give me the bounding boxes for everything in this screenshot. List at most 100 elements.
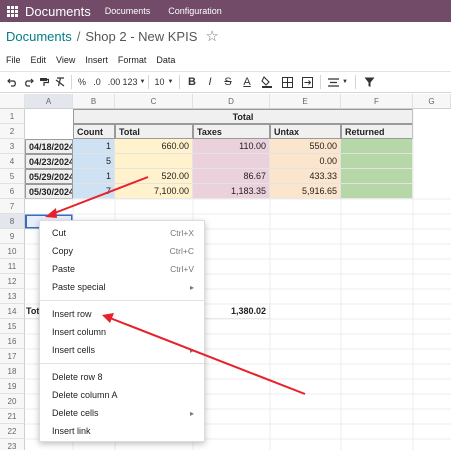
menu-item-delete-row[interactable]: Delete row 8	[40, 368, 204, 386]
row-header-17[interactable]: 17	[0, 349, 25, 364]
table-row-date[interactable]: 05/29/2024	[25, 169, 73, 184]
table-row-returned[interactable]	[341, 184, 413, 199]
row14-label-cell[interactable]: Tot	[25, 304, 39, 319]
table-row-taxes[interactable]	[193, 154, 270, 169]
header-untax[interactable]: Untax	[270, 124, 341, 139]
table-row-returned[interactable]	[341, 139, 413, 154]
row-header-2[interactable]: 2	[0, 124, 25, 139]
menu-item-paste[interactable]: Paste Ctrl+V	[40, 260, 204, 278]
row-header-3[interactable]: 3	[0, 139, 25, 154]
increase-decimal-button[interactable]: .00	[105, 71, 123, 93]
borders-icon[interactable]	[277, 71, 297, 93]
row-header-22[interactable]: 22	[0, 424, 25, 439]
header-returned[interactable]: Returned	[341, 124, 413, 139]
menu-data[interactable]: Data	[156, 55, 175, 67]
app-brand[interactable]: Documents	[25, 4, 91, 19]
merge-cells-icon[interactable]	[297, 71, 317, 93]
column-header-b[interactable]: B	[73, 94, 115, 109]
table-row-count[interactable]: 1	[73, 169, 115, 184]
menu-item-insert-row[interactable]: Insert row	[40, 305, 204, 323]
menu-edit[interactable]: Edit	[31, 55, 47, 67]
menu-item-insert-link[interactable]: Insert link	[40, 422, 204, 440]
table-row-total[interactable]: 660.00	[115, 139, 193, 154]
column-header-c[interactable]: C	[115, 94, 193, 109]
table-row-total[interactable]: 7,100.00	[115, 184, 193, 199]
column-header-a[interactable]: A	[25, 94, 73, 109]
breadcrumb-documents-link[interactable]: Documents	[6, 29, 72, 44]
favorite-star-icon[interactable]: ☆	[205, 27, 218, 45]
redo-icon[interactable]	[20, 71, 36, 93]
column-header-d[interactable]: D	[193, 94, 270, 109]
table-row-date[interactable]: 04/18/2024	[25, 139, 73, 154]
table-row-untax[interactable]: 550.00	[270, 139, 341, 154]
fill-color-icon[interactable]	[257, 71, 277, 93]
row-header-4[interactable]: 4	[0, 154, 25, 169]
menu-item-copy[interactable]: Copy Ctrl+C	[40, 242, 204, 260]
table-row-total[interactable]: 520.00	[115, 169, 193, 184]
text-color-button[interactable]: A	[237, 71, 257, 93]
column-header-f[interactable]: F	[341, 94, 413, 109]
table-row-date[interactable]: 04/23/2024	[25, 154, 73, 169]
font-size-dropdown[interactable]: 10 ▼	[152, 71, 176, 93]
row-header-18[interactable]: 18	[0, 364, 25, 379]
menu-format[interactable]: Format	[118, 55, 147, 67]
header-taxes[interactable]: Taxes	[193, 124, 270, 139]
table-row-date[interactable]: 05/30/2024	[25, 184, 73, 199]
row-header-13[interactable]: 13	[0, 289, 25, 304]
row-header-5[interactable]: 5	[0, 169, 25, 184]
row-header-21[interactable]: 21	[0, 409, 25, 424]
row-header-9[interactable]: 9	[0, 229, 25, 244]
menu-view[interactable]: View	[56, 55, 75, 67]
menu-item-insert-column[interactable]: Insert column	[40, 323, 204, 341]
undo-icon[interactable]	[4, 71, 20, 93]
table-row-count[interactable]: 7	[73, 184, 115, 199]
table-title-cell[interactable]: Total	[73, 109, 413, 124]
column-header-e[interactable]: E	[270, 94, 341, 109]
menu-item-delete-column[interactable]: Delete column A	[40, 386, 204, 404]
menu-item-cut[interactable]: Cut Ctrl+X	[40, 224, 204, 242]
menu-item-delete-cells[interactable]: Delete cells ▸	[40, 404, 204, 422]
paint-format-icon[interactable]	[36, 71, 52, 93]
table-row-taxes[interactable]: 86.67	[193, 169, 270, 184]
column-header-g[interactable]: G	[413, 94, 451, 109]
corner-cell[interactable]	[0, 94, 25, 109]
row-header-11[interactable]: 11	[0, 259, 25, 274]
row-header-20[interactable]: 20	[0, 394, 25, 409]
menu-configuration[interactable]: Configuration	[168, 6, 222, 16]
number-format-dropdown[interactable]: 123 ▼	[123, 71, 146, 93]
row-header-8[interactable]: 8	[0, 214, 25, 229]
menu-item-paste-special[interactable]: Paste special ▸	[40, 278, 204, 296]
row-header-19[interactable]: 19	[0, 379, 25, 394]
row-header-6[interactable]: 6	[0, 184, 25, 199]
format-percent-button[interactable]: %	[75, 71, 89, 93]
strikethrough-button[interactable]: S	[219, 71, 237, 93]
row-header-12[interactable]: 12	[0, 274, 25, 289]
menu-file[interactable]: File	[6, 55, 21, 67]
bold-button[interactable]: B	[183, 71, 201, 93]
table-row-untax[interactable]: 5,916.65	[270, 184, 341, 199]
italic-button[interactable]: I	[201, 71, 219, 93]
clear-format-icon[interactable]	[52, 71, 68, 93]
row-header-15[interactable]: 15	[0, 319, 25, 334]
table-row-count[interactable]: 1	[73, 139, 115, 154]
menu-item-insert-cells[interactable]: Insert cells ▸	[40, 341, 204, 359]
filter-icon[interactable]	[359, 71, 379, 93]
row-header-1[interactable]: 1	[0, 109, 25, 124]
menu-documents[interactable]: Documents	[105, 6, 151, 16]
row-header-7[interactable]: 7	[0, 199, 25, 214]
align-dropdown[interactable]: ▼	[324, 71, 352, 93]
apps-menu-icon[interactable]	[3, 0, 21, 22]
header-total[interactable]: Total	[115, 124, 193, 139]
table-row-total[interactable]	[115, 154, 193, 169]
decrease-decimal-button[interactable]: .0	[89, 71, 105, 93]
table-row-untax[interactable]: 0.00	[270, 154, 341, 169]
row-header-14[interactable]: 14	[0, 304, 25, 319]
table-row-taxes[interactable]: 1,183.35	[193, 184, 270, 199]
table-row-returned[interactable]	[341, 169, 413, 184]
row-header-16[interactable]: 16	[0, 334, 25, 349]
table-row-returned[interactable]	[341, 154, 413, 169]
table-row-untax[interactable]: 433.33	[270, 169, 341, 184]
header-count[interactable]: Count	[73, 124, 115, 139]
row-header-10[interactable]: 10	[0, 244, 25, 259]
table-row-count[interactable]: 5	[73, 154, 115, 169]
